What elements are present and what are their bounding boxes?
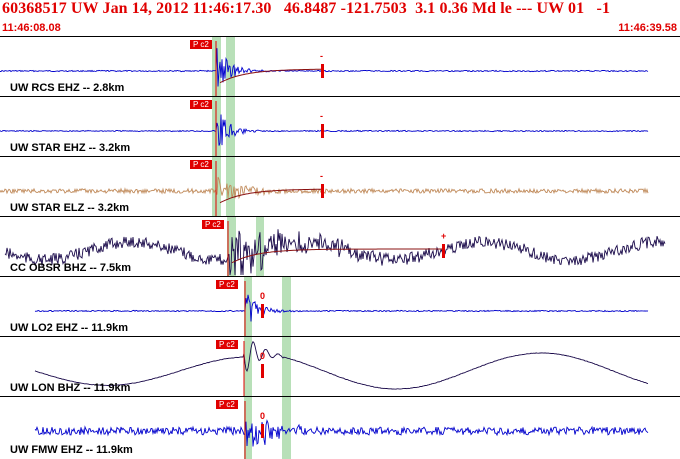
station-label: UW STAR ELZ -- 3.2km [10, 202, 129, 214]
pick-tag[interactable]: P c2 [216, 340, 238, 349]
analysis-window [282, 397, 291, 459]
pick-tag[interactable]: P c2 [202, 220, 224, 229]
pick-tag[interactable]: P c2 [190, 100, 212, 109]
pick-tag[interactable]: P c2 [190, 40, 212, 49]
coda-end-tick[interactable] [321, 184, 324, 198]
pick-marker-symbol: 0 [260, 291, 266, 301]
station-label: UW LON BHZ -- 11.9km [10, 382, 131, 394]
seismogram-panels: P c2 - UW RCS EHZ -- 2.8km P c2 - UW STAR EHZ… [0, 36, 680, 459]
station-label: UW RCS EHZ -- 2.8km [10, 82, 125, 94]
window-end-time: 11:46:39.58 [618, 22, 677, 34]
coda-end-tick[interactable] [442, 244, 445, 258]
pick-marker-symbol: 0 [260, 411, 266, 421]
coda-end-tick[interactable] [321, 64, 324, 78]
analysis-window [282, 277, 291, 337]
trace-panel[interactable]: P c2 0 UW FMW EHZ -- 11.9km [0, 396, 680, 459]
trace-panel[interactable]: P c2 0 UW LO2 EHZ -- 11.9km [0, 276, 680, 337]
pick-tag[interactable]: P c2 [190, 160, 212, 169]
station-label: CC OBSR BHZ -- 7.5km [10, 262, 132, 274]
pick-marker-symbol: + [441, 231, 447, 241]
station-label: UW FMW EHZ -- 11.9km [10, 444, 133, 456]
trace-panel[interactable]: P c2 + CC OBSR BHZ -- 7.5km [0, 216, 680, 277]
event-title: 60368517 UW Jan 14, 2012 11:46:17.30 46.… [2, 0, 611, 17]
event-header: 60368517 UW Jan 14, 2012 11:46:17.30 46.… [0, 0, 680, 36]
seismogram-trace [34, 294, 649, 322]
coda-end-tick[interactable] [321, 124, 324, 138]
trace-panel[interactable]: P c2 - UW STAR EHZ -- 3.2km [0, 96, 680, 157]
analysis-window [226, 97, 235, 157]
coda-end-tick[interactable] [261, 364, 264, 378]
analysis-window [282, 337, 291, 397]
coda-end-tick[interactable] [261, 304, 264, 318]
pick-tag[interactable]: P c2 [216, 400, 238, 409]
window-start-time: 11:46:08.08 [2, 22, 61, 34]
coda-end-tick[interactable] [261, 424, 264, 438]
pick-tag[interactable]: P c2 [216, 280, 238, 289]
pick-marker-symbol: - [320, 51, 323, 61]
pick-marker-symbol: - [320, 111, 323, 121]
trace-panel[interactable]: P c2 - UW RCS EHZ -- 2.8km [0, 36, 680, 97]
pick-marker-symbol: 0 [260, 351, 266, 361]
seismogram-trace [34, 419, 649, 447]
pick-marker-symbol: - [320, 171, 323, 181]
station-label: UW LO2 EHZ -- 11.9km [10, 322, 128, 334]
station-label: UW STAR EHZ -- 3.2km [10, 142, 131, 154]
trace-panel[interactable]: P c2 0 UW LON BHZ -- 11.9km [0, 336, 680, 397]
trace-panel[interactable]: P c2 - UW STAR ELZ -- 3.2km [0, 156, 680, 217]
